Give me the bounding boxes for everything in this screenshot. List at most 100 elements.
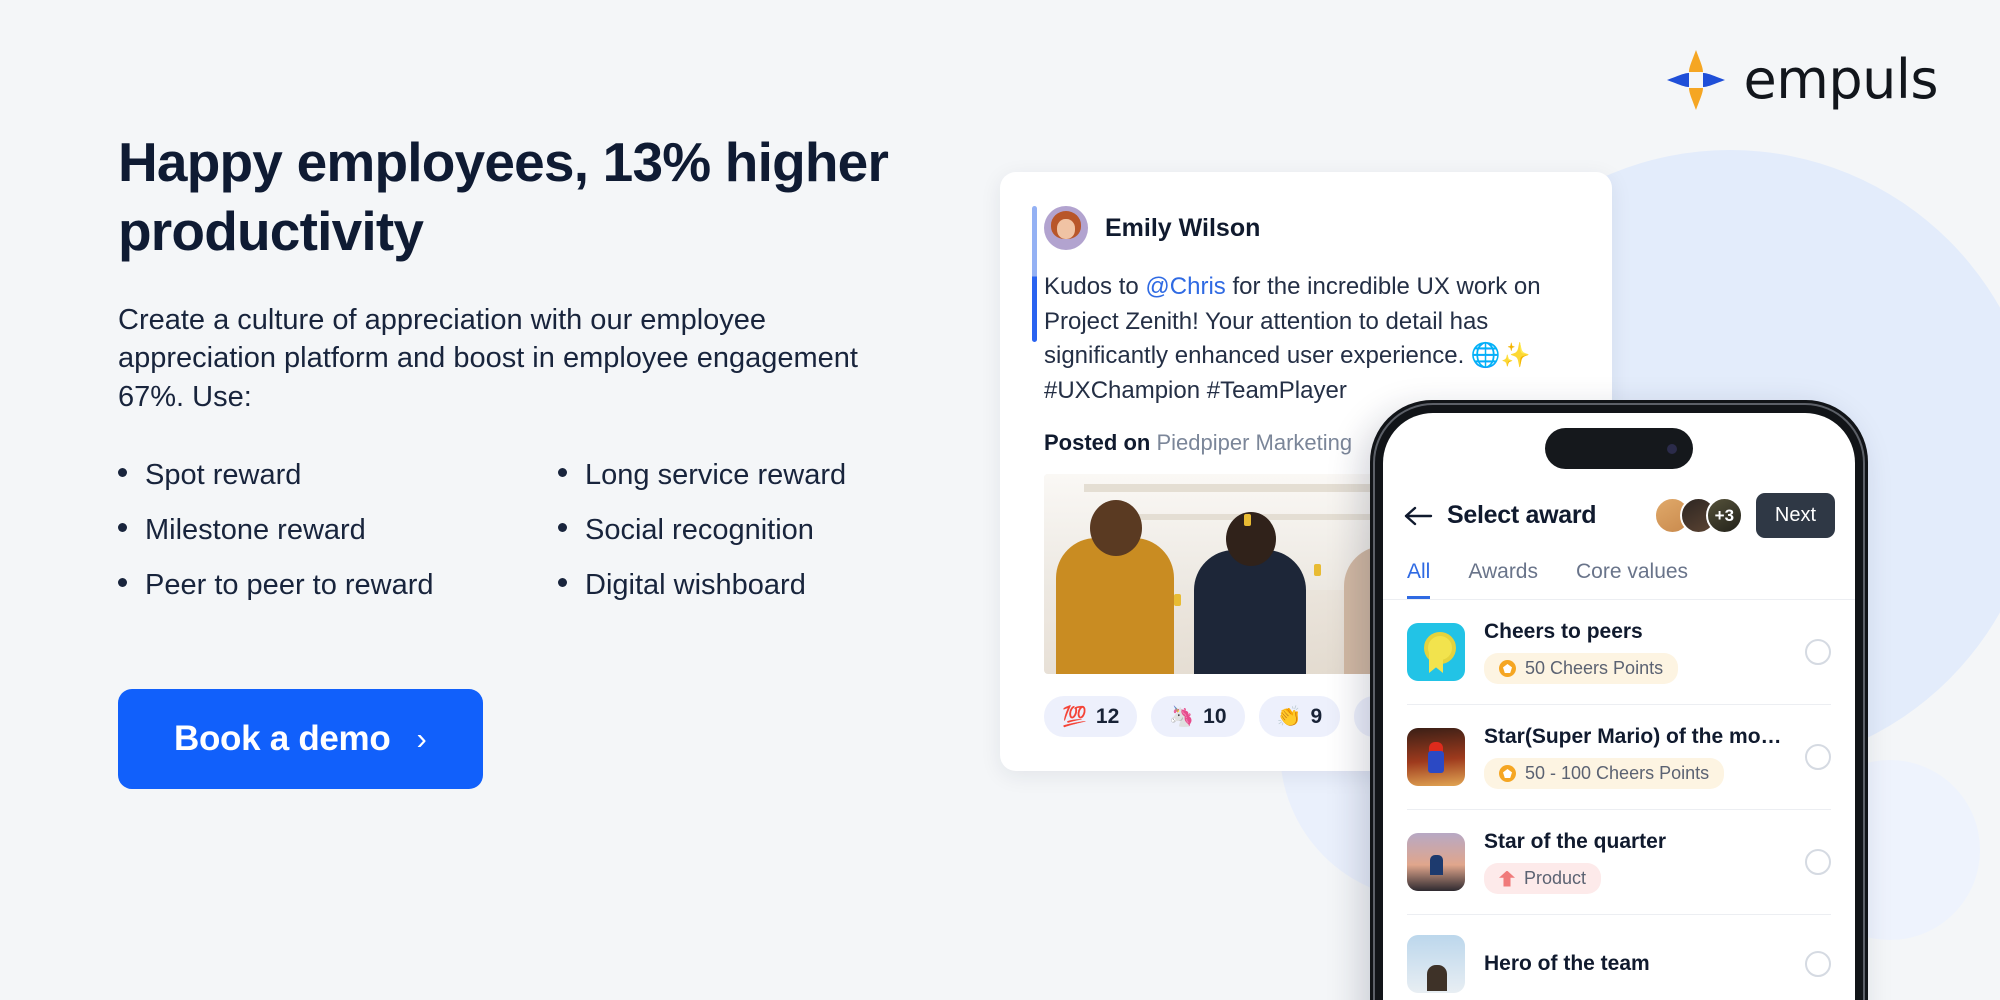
- award-name: Cheers to peers: [1484, 620, 1643, 643]
- mario-character-icon: [1407, 728, 1465, 786]
- award-select-radio[interactable]: [1805, 849, 1831, 875]
- list-item-label: Social recognition: [585, 514, 814, 547]
- brand-name: empuls: [1743, 48, 1939, 111]
- post-author-name: Emily Wilson: [1105, 213, 1261, 242]
- posted-on-label: Posted on: [1044, 430, 1157, 456]
- tab-all[interactable]: All: [1407, 560, 1431, 599]
- reaction-emoji-icon: 👏: [1276, 706, 1302, 729]
- coin-icon: [1499, 765, 1516, 782]
- award-meta: Hero of the team: [1484, 952, 1786, 976]
- back-arrow-icon[interactable]: [1403, 504, 1433, 528]
- award-meta: Star(Super Mario) of the month(Dec... 50…: [1484, 725, 1786, 789]
- tab-awards[interactable]: Awards: [1468, 560, 1538, 599]
- feature-bullets-left: Spot reward Milestone reward Peer to pee…: [118, 458, 558, 622]
- bullet-dot-icon: [118, 523, 127, 533]
- award-points-pill: 50 Cheers Points: [1484, 653, 1679, 684]
- award-tag-pill: Product: [1484, 863, 1602, 894]
- list-item-label: Peer to peer to reward: [145, 568, 434, 601]
- dynamic-island: [1545, 428, 1693, 469]
- phone-mockup: Select award +3 Next All Awards Core val…: [1370, 400, 1868, 1000]
- recipient-avatar-stack[interactable]: +3: [1653, 497, 1743, 534]
- post-message: Kudos to @Chris for the incredible UX wo…: [1044, 270, 1572, 408]
- award-points-label: 50 Cheers Points: [1525, 658, 1664, 678]
- empuls-diamond-logo-icon: [1666, 49, 1725, 110]
- bullet-dot-icon: [118, 577, 127, 587]
- avatar: [1044, 206, 1088, 250]
- book-demo-button[interactable]: Book a demo ›: [118, 688, 483, 789]
- reaction-chip[interactable]: 👏 9: [1258, 696, 1341, 738]
- list-item-label: Milestone reward: [145, 514, 366, 547]
- award-category-tabs: All Awards Core values: [1383, 538, 1855, 600]
- post-header: Emily Wilson: [1044, 206, 1572, 250]
- bullet-dot-icon: [558, 577, 567, 587]
- reaction-count: 12: [1095, 704, 1120, 728]
- front-camera-icon: [1667, 443, 1677, 454]
- sky-person-icon: [1407, 935, 1465, 993]
- medal-badge-icon: [1407, 623, 1465, 681]
- list-item-label: Spot reward: [145, 459, 302, 492]
- reaction-emoji-icon: 💯: [1062, 706, 1087, 729]
- confetti: [1244, 514, 1251, 527]
- award-points-label: 50 - 100 Cheers Points: [1525, 763, 1710, 783]
- avatar-overflow-count: +3: [1714, 505, 1735, 525]
- coin-icon: [1499, 660, 1516, 677]
- photo-person: [1056, 538, 1174, 675]
- confetti: [1174, 594, 1181, 607]
- sunset-person-icon: [1407, 833, 1465, 891]
- post-mention-link[interactable]: @Chris: [1145, 273, 1225, 300]
- avatar-overflow: +3: [1705, 497, 1743, 534]
- list-item-label: Long service reward: [585, 459, 847, 492]
- reaction-count: 9: [1310, 704, 1323, 728]
- list-item[interactable]: Cheers to peers 50 Cheers Points: [1407, 600, 1831, 705]
- phone-screen-title: Select award: [1447, 501, 1597, 529]
- award-select-radio[interactable]: [1805, 951, 1831, 977]
- reaction-chip[interactable]: 🦄 10: [1151, 696, 1245, 738]
- award-points-pill: 50 - 100 Cheers Points: [1484, 758, 1725, 789]
- feature-bullets-right: Long service reward Social recognition D…: [558, 458, 938, 622]
- award-name: Star of the quarter: [1484, 830, 1667, 853]
- list-item: Long service reward: [558, 458, 938, 493]
- award-select-radio[interactable]: [1805, 639, 1831, 665]
- list-item[interactable]: Star of the quarter Product: [1407, 810, 1831, 915]
- post-message-prefix: Kudos to: [1044, 273, 1146, 300]
- reaction-count: 10: [1203, 704, 1227, 728]
- chevron-right-icon: ›: [416, 721, 427, 757]
- bullet-dot-icon: [558, 468, 567, 478]
- list-item-label: Digital wishboard: [585, 568, 806, 601]
- book-demo-label: Book a demo: [174, 718, 391, 758]
- photo-person: [1194, 550, 1306, 675]
- bullet-dot-icon: [118, 468, 127, 478]
- reaction-chip[interactable]: 💯 12: [1044, 696, 1138, 738]
- list-item: Milestone reward: [118, 513, 558, 548]
- list-item: Spot reward: [118, 458, 558, 493]
- brand-logo[interactable]: empuls: [1666, 48, 1939, 111]
- list-item[interactable]: Hero of the team: [1407, 915, 1831, 1000]
- hero-subcopy: Create a culture of appreciation with ou…: [118, 303, 858, 413]
- posted-on-org: Piedpiper Marketing: [1156, 430, 1353, 456]
- award-name: Star(Super Mario) of the month(Dec...: [1484, 725, 1784, 748]
- bullet-dot-icon: [558, 523, 567, 533]
- list-item: Social recognition: [558, 513, 938, 548]
- tab-core-values[interactable]: Core values: [1576, 560, 1688, 599]
- list-item: Digital wishboard: [558, 568, 938, 603]
- award-tag-label: Product: [1524, 868, 1587, 888]
- phone-screen: Select award +3 Next All Awards Core val…: [1383, 413, 1855, 1000]
- photo-person-head: [1090, 500, 1142, 557]
- reaction-emoji-icon: 🦄: [1169, 706, 1195, 729]
- list-item: Peer to peer to reward: [118, 568, 558, 603]
- award-meta: Star of the quarter Product: [1484, 830, 1786, 894]
- list-item[interactable]: Star(Super Mario) of the month(Dec... 50…: [1407, 705, 1831, 810]
- photo-person-head: [1226, 512, 1276, 567]
- award-meta: Cheers to peers 50 Cheers Points: [1484, 620, 1786, 684]
- next-button[interactable]: Next: [1755, 493, 1835, 538]
- page-title: Happy employees, 13% higher productivity: [118, 131, 889, 263]
- award-name: Hero of the team: [1484, 952, 1650, 975]
- award-select-radio[interactable]: [1805, 744, 1831, 770]
- feature-bullets: Spot reward Milestone reward Peer to pee…: [118, 458, 938, 622]
- phone-topbar-actions: +3 Next: [1653, 493, 1835, 538]
- post-accent-bar: [1032, 206, 1037, 342]
- gift-icon: [1499, 870, 1515, 887]
- confetti: [1314, 564, 1321, 577]
- hero-content: Happy employees, 13% higher productivity…: [118, 128, 938, 789]
- award-list: Cheers to peers 50 Cheers Points Star(Su…: [1383, 600, 1855, 1000]
